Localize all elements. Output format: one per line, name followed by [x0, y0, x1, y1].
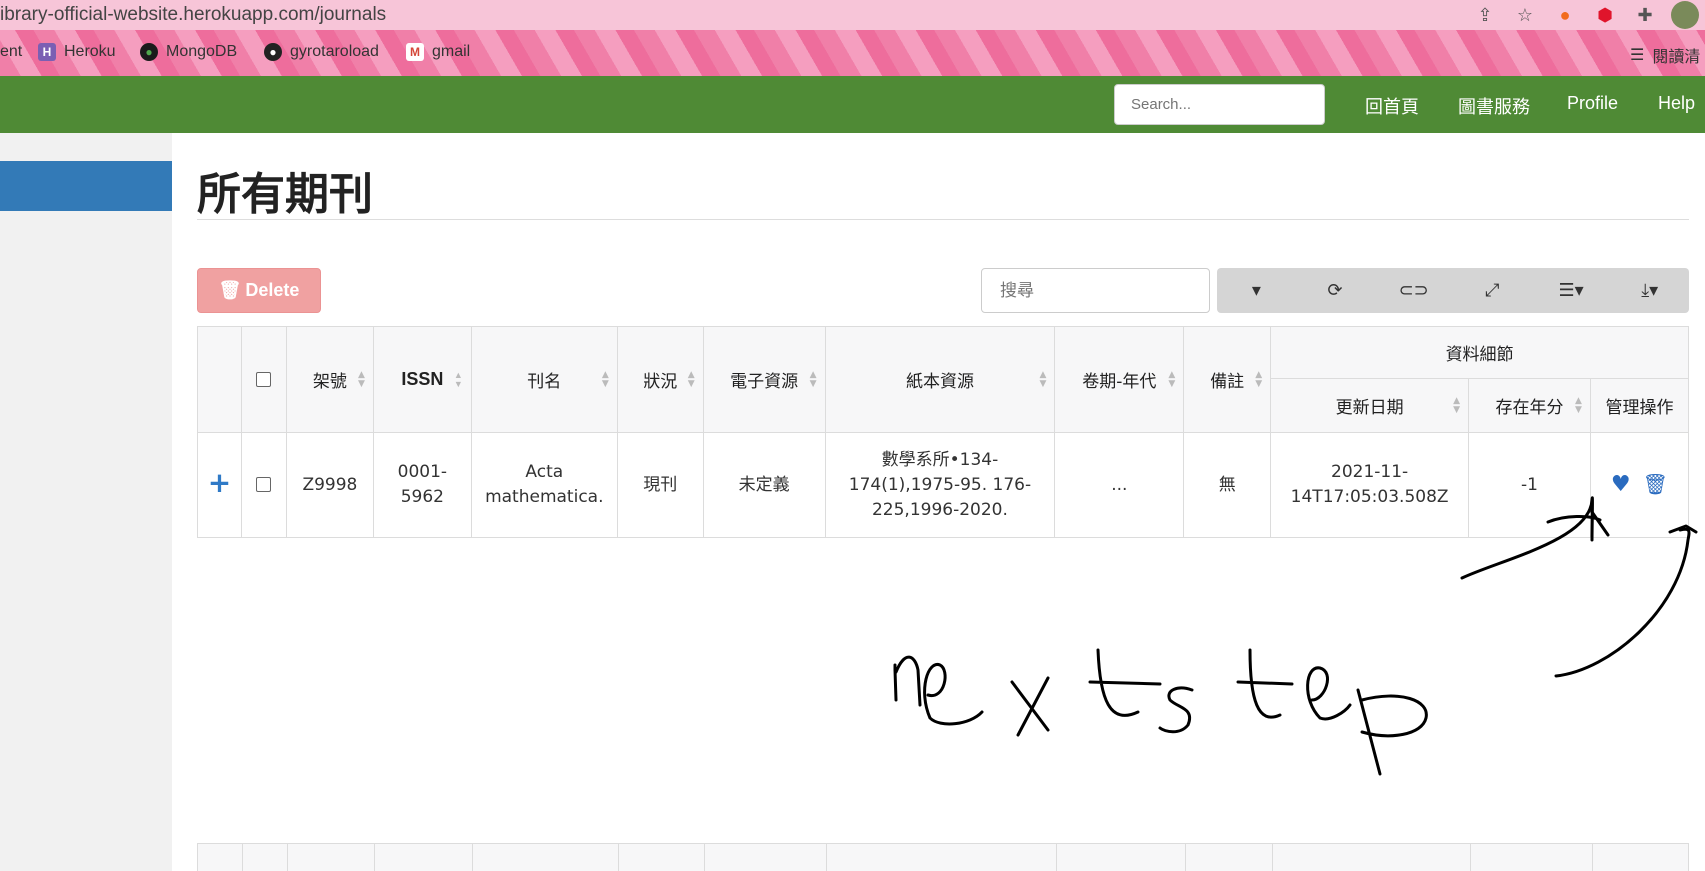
expand-cell[interactable]: +: [197, 432, 242, 538]
reading-list-icon: ☰: [1630, 47, 1645, 64]
delete-button[interactable]: 🗑 Delete: [197, 268, 321, 313]
columns-icon[interactable]: ☰▾: [1532, 268, 1611, 313]
sort-icon: ▲ ▼: [453, 369, 463, 389]
nav-help[interactable]: Help: [1658, 93, 1695, 114]
heroku-icon: H: [38, 43, 56, 61]
heart-icon[interactable]: ♥: [1611, 472, 1631, 497]
extension-icon[interactable]: ●: [1545, 0, 1585, 30]
sort-icon: ▲ ▼: [1575, 395, 1582, 415]
column-header-status[interactable]: 狀況 ▲ ▼: [616, 326, 704, 433]
sidebar: [0, 133, 172, 871]
cell-print: 數學系所•134- 174(1),1975-95. 176- 225,1996-…: [824, 432, 1056, 538]
nav-home[interactable]: 回首頁: [1365, 93, 1419, 119]
column-header-actions: 管理操作: [1589, 378, 1690, 433]
sort-icon: ▲ ▼: [357, 369, 365, 389]
sort-icon: ▲ ▼: [809, 369, 817, 389]
browser-address-bar[interactable]: ibrary-official-website.herokuapp.com/jo…: [0, 0, 1705, 30]
bookmarks-bar: ent H Heroku ● MongoDB ● gyrotaroload M …: [0, 30, 1705, 76]
page-title: 所有期刊: [197, 169, 373, 220]
column-header-shelf[interactable]: 架號 ▲ ▼: [285, 326, 374, 433]
fullscreen-icon[interactable]: ⤢: [1453, 268, 1532, 313]
column-header-note[interactable]: 備註 ▲ ▼: [1183, 326, 1272, 433]
nav-profile[interactable]: Profile: [1567, 93, 1618, 114]
cell-electronic: 未定義: [702, 432, 826, 538]
adblock-icon[interactable]: ⬢: [1585, 0, 1625, 30]
column-header-title[interactable]: 刊名 ▲ ▼: [470, 326, 618, 433]
bookmark-gmail[interactable]: M gmail: [406, 43, 470, 61]
plus-icon[interactable]: +: [208, 466, 231, 499]
sidebar-item-active[interactable]: [0, 161, 172, 211]
sort-icon: ▲ ▼: [687, 369, 695, 389]
row-checkbox[interactable]: [256, 477, 272, 492]
sort-icon: ▲ ▼: [601, 369, 609, 389]
select-cell: [240, 432, 287, 538]
toggle-view-icon[interactable]: ⊂⊃: [1374, 268, 1453, 313]
cell-title: Acta mathematica.: [470, 432, 618, 538]
select-all-checkbox[interactable]: [256, 372, 272, 387]
bookmark-reading-list[interactable]: ☰ 閱讀清: [1630, 43, 1700, 67]
bookmark-heroku[interactable]: H Heroku: [38, 43, 116, 61]
column-header-issn[interactable]: ISSN ▲ ▼: [372, 326, 472, 433]
github-icon: ●: [264, 43, 282, 61]
sort-icon: ▲ ▼: [1255, 369, 1263, 389]
bookmark-mongodb[interactable]: ● MongoDB: [140, 43, 237, 61]
title-divider: [197, 219, 1689, 220]
toggle-pagination-icon[interactable]: ▾: [1217, 268, 1296, 313]
group-header-details: 資料細節: [1270, 326, 1689, 379]
cell-actions: ♥ 🗑: [1589, 432, 1690, 538]
gmail-icon: M: [406, 43, 424, 61]
select-all-header: [240, 326, 287, 433]
sort-icon: ▲ ▼: [1453, 395, 1461, 415]
cell-issn: 0001- 5962: [372, 432, 472, 538]
export-icon[interactable]: ⤓▾: [1610, 268, 1689, 313]
app-navbar: 回首頁 圖書服務 Profile Help: [0, 76, 1705, 133]
puzzle-icon[interactable]: ✚: [1625, 0, 1665, 30]
mongodb-icon: ●: [140, 43, 158, 61]
browser-toolbar: ⇪ ☆ ● ⬢ ✚: [1465, 0, 1705, 30]
expand-column-header: [197, 326, 242, 433]
column-header-years[interactable]: 存在年分 ▲ ▼: [1468, 378, 1591, 433]
sort-icon: ▲ ▼: [1039, 369, 1047, 389]
star-icon[interactable]: ☆: [1505, 0, 1545, 30]
refresh-icon[interactable]: ⟳: [1296, 268, 1375, 313]
sort-icon: ▲ ▼: [1168, 369, 1176, 389]
column-header-print[interactable]: 紙本資源 ▲ ▼: [824, 326, 1056, 433]
search-input[interactable]: [1114, 84, 1325, 125]
journals-table: 架號 ▲ ▼ ISSN ▲ ▼ 刊名 ▲ ▼ 狀況 ▲ ▼ 電子資源 ▲ ▼ 紙本資源 ▲ ▼ 卷期-年…: [197, 326, 1690, 538]
cell-years: -1: [1468, 432, 1591, 538]
cell-status: 現刊: [616, 432, 704, 538]
trash-icon: 🗑: [218, 280, 242, 300]
column-header-electronic[interactable]: 電子資源 ▲ ▼: [702, 326, 826, 433]
cell-updated: 2021-11- 14T17:05:03.508Z: [1270, 432, 1470, 538]
cell-volume: ...: [1054, 432, 1185, 538]
column-header-updated[interactable]: 更新日期 ▲ ▼: [1270, 378, 1470, 433]
bookmark-github[interactable]: ● gyrotaroload: [264, 43, 379, 61]
column-header-volume[interactable]: 卷期-年代 ▲ ▼: [1054, 326, 1185, 433]
cell-note: 無: [1183, 432, 1272, 538]
cell-shelf: Z9998: [285, 432, 374, 538]
nav-library-services[interactable]: 圖書服務: [1458, 93, 1530, 119]
table-toolbar: ▾ ⟳ ⊂⊃ ⤢ ☰▾ ⤓▾: [1217, 268, 1689, 313]
avatar[interactable]: [1671, 1, 1699, 29]
url-text[interactable]: ibrary-official-website.herokuapp.com/jo…: [0, 4, 386, 26]
trash-icon[interactable]: 🗑: [1643, 472, 1668, 496]
table-row: + Z9998 0001- 5962 Acta mathematica. 現刊 …: [197, 432, 1690, 538]
second-table-header: [197, 843, 1689, 871]
share-icon[interactable]: ⇪: [1465, 0, 1505, 30]
bookmark-item[interactable]: ent: [0, 43, 22, 61]
table-search-input[interactable]: [981, 268, 1210, 313]
